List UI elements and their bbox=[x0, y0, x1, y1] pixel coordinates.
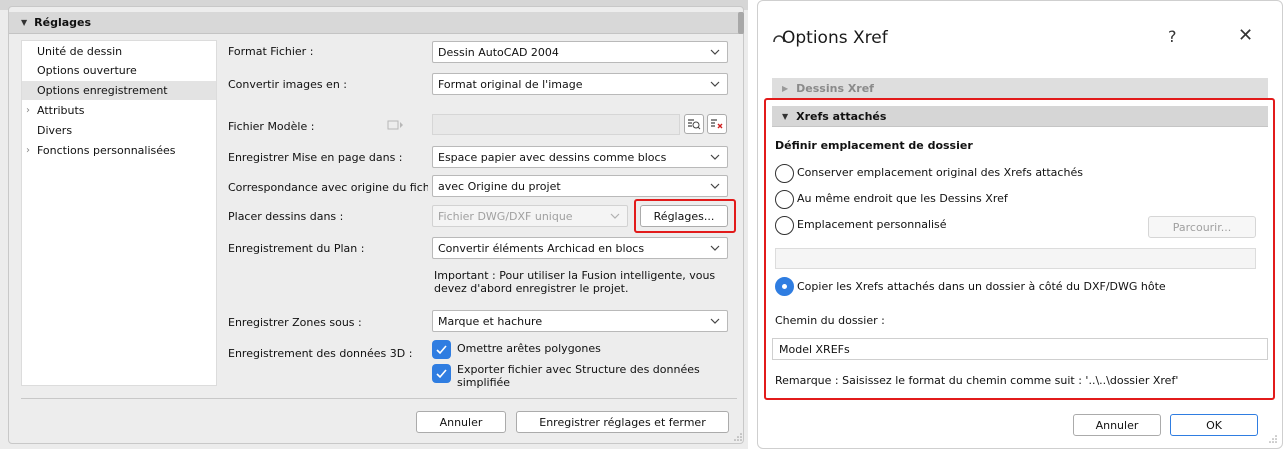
place-dropdown: Fichier DWG/DXF unique bbox=[432, 205, 628, 227]
simplified-structure-checkbox[interactable] bbox=[432, 364, 451, 383]
data3d-label: Enregistrement des données 3D : bbox=[228, 347, 413, 360]
folder-browse-icon[interactable] bbox=[387, 119, 405, 131]
format-dropdown[interactable]: Dessin AutoCAD 2004 bbox=[432, 41, 728, 63]
tree-item-save-options[interactable]: Options enregistrement bbox=[22, 81, 216, 100]
layout-label: Enregistrer Mise en page dans : bbox=[228, 151, 403, 164]
save-and-close-button[interactable]: Enregistrer réglages et fermer bbox=[516, 411, 729, 433]
section-label: Dessins Xref bbox=[796, 81, 874, 95]
origin-label: Correspondance avec origine du fichier bbox=[228, 181, 428, 194]
highlight-box bbox=[764, 98, 1275, 400]
scrollbar[interactable] bbox=[738, 12, 744, 34]
chevron-right-icon: › bbox=[26, 105, 30, 116]
clear-file-icon bbox=[711, 119, 723, 129]
tree-item-misc[interactable]: Divers bbox=[22, 121, 216, 140]
template-path-field bbox=[432, 114, 680, 135]
collapsed-triangle-icon: ▶ bbox=[782, 83, 789, 93]
chevron-down-icon bbox=[710, 49, 720, 55]
tree-item-label: Fonctions personnalisées bbox=[37, 144, 176, 157]
xref-drawings-section[interactable]: ▶ Dessins Xref bbox=[772, 78, 1268, 99]
preview-icon bbox=[688, 119, 701, 130]
collapse-triangle-icon: ▼ bbox=[21, 18, 28, 27]
tree-item-open-options[interactable]: Options ouverture bbox=[22, 61, 216, 80]
place-label: Placer dessins dans : bbox=[228, 210, 344, 223]
plan-value: Convertir éléments Archicad en blocs bbox=[438, 241, 645, 255]
simplified-structure-label: Exporter fichier avec Structure des donn… bbox=[457, 363, 700, 389]
format-value: Dessin AutoCAD 2004 bbox=[438, 45, 559, 59]
layout-dropdown[interactable]: Espace papier avec dessins comme blocs bbox=[432, 146, 728, 168]
tree-item-attributes[interactable]: › Attributs bbox=[22, 101, 216, 120]
tree-item-label: Options ouverture bbox=[37, 64, 137, 77]
settings-section-header[interactable]: ▼ Réglages bbox=[9, 12, 744, 34]
omit-polygon-edges-checkbox[interactable] bbox=[432, 340, 451, 359]
tree-item-drawing-unit[interactable]: Unité de dessin bbox=[22, 42, 216, 61]
dialog-title: Options Xref bbox=[782, 28, 888, 48]
plan-label: Enregistrement du Plan : bbox=[228, 242, 365, 255]
template-preview-button[interactable] bbox=[684, 114, 704, 134]
origin-dropdown[interactable]: avec Origine du projet bbox=[432, 175, 728, 197]
checkmark-icon bbox=[436, 345, 447, 355]
zones-label: Enregistrer Zones sous : bbox=[228, 316, 362, 329]
cancel-button[interactable]: Annuler bbox=[1073, 414, 1161, 436]
convert-label: Convertir images en : bbox=[228, 78, 348, 91]
layout-value: Espace papier avec dessins comme blocs bbox=[438, 150, 667, 164]
xref-options-dialog: Options Xref ? ✕ ▶ Dessins Xref ▼ Xrefs … bbox=[757, 0, 1283, 449]
format-label: Format Fichier : bbox=[228, 45, 314, 58]
checkmark-icon bbox=[436, 369, 447, 379]
tree-item-label: Options enregistrement bbox=[37, 84, 168, 97]
convert-value: Format original de l'image bbox=[438, 77, 583, 91]
chevron-down-icon bbox=[710, 154, 720, 160]
tree-item-label: Attributs bbox=[37, 104, 85, 117]
chevron-down-icon bbox=[710, 81, 720, 87]
zones-value: Marque et hachure bbox=[438, 314, 543, 328]
convert-images-dropdown[interactable]: Format original de l'image bbox=[432, 73, 728, 95]
chevron-down-icon bbox=[610, 213, 620, 219]
place-value: Fichier DWG/DXF unique bbox=[438, 209, 573, 223]
divider bbox=[21, 398, 737, 399]
export-settings-dialog: ▼ Réglages Unité de dessin Options ouver… bbox=[0, 0, 748, 449]
chevron-right-icon: › bbox=[26, 145, 30, 156]
tree-item-custom-functions[interactable]: › Fonctions personnalisées bbox=[22, 141, 216, 160]
origin-value: avec Origine du projet bbox=[438, 179, 561, 193]
section-title: Réglages bbox=[34, 16, 92, 29]
highlight-box bbox=[634, 199, 736, 233]
omit-polygon-edges-label: Omettre arêtes polygones bbox=[457, 342, 601, 355]
template-label: Fichier Modèle : bbox=[228, 120, 315, 133]
help-button[interactable]: ? bbox=[1168, 27, 1177, 46]
resize-grip-icon[interactable] bbox=[733, 432, 743, 442]
chevron-down-icon bbox=[710, 318, 720, 324]
close-button[interactable]: ✕ bbox=[1238, 25, 1253, 46]
plan-dropdown[interactable]: Convertir éléments Archicad en blocs bbox=[432, 237, 728, 259]
ok-button[interactable]: OK bbox=[1170, 414, 1258, 436]
chevron-down-icon bbox=[710, 245, 720, 251]
tree-item-label: Unité de dessin bbox=[37, 45, 123, 58]
chevron-down-icon bbox=[710, 183, 720, 189]
settings-tree: Unité de dessin Options ouverture Option… bbox=[21, 40, 217, 386]
cancel-button[interactable]: Annuler bbox=[416, 411, 506, 433]
zones-dropdown[interactable]: Marque et hachure bbox=[432, 310, 728, 332]
tree-item-label: Divers bbox=[37, 124, 73, 137]
smart-merge-note: Important : Pour utiliser la Fusion inte… bbox=[434, 269, 716, 295]
resize-grip-icon[interactable] bbox=[1268, 434, 1278, 444]
template-clear-button[interactable] bbox=[707, 114, 727, 134]
